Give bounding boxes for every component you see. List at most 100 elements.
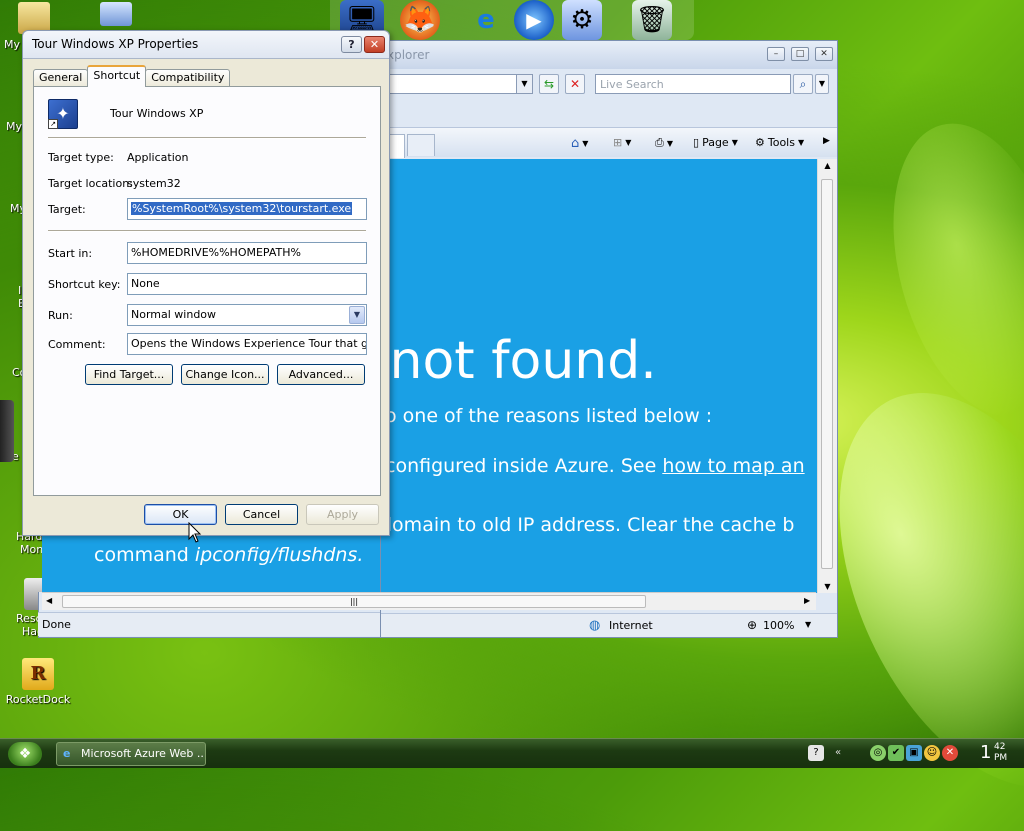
printer-icon: ⎙ <box>655 136 664 149</box>
error-line-italic: ipconfig/flushdns. <box>194 544 364 566</box>
start-in-field[interactable]: %HOMEDRIVE%%HOMEPATH% <box>127 242 367 264</box>
target-type-label: Target type: <box>48 151 114 164</box>
find-target-button[interactable]: Find Target... <box>85 364 173 385</box>
control-panel-icon[interactable]: ⚙ <box>562 0 602 40</box>
shortcut-key-label: Shortcut key: <box>48 278 121 291</box>
shortcut-arrow-icon: ↗ <box>48 119 58 129</box>
clock[interactable]: 1 42 PM <box>980 742 1007 764</box>
gear-icon: ⚙ <box>755 136 765 149</box>
help-link[interactable]: how to map an <box>662 455 804 477</box>
scroll-left-arrow[interactable]: ◀ <box>46 596 52 605</box>
messenger-tray-icon[interactable]: ☺ <box>924 745 940 761</box>
tab-shortcut[interactable]: Shortcut <box>87 65 147 87</box>
dialog-close-button[interactable]: ✕ <box>364 36 385 53</box>
print-button[interactable]: ⎙ ▼ <box>655 136 673 150</box>
browser-title: xplorer <box>387 48 430 62</box>
taskbar: ❖ e Microsoft Azure Web ... ? « ◎ ✔ ▣ ☺ … <box>0 738 1024 768</box>
security-tray-icon[interactable]: ✕ <box>942 745 958 761</box>
clock-hour: 1 <box>980 742 992 763</box>
page-icon: ▯ <box>693 136 700 149</box>
firefox-icon[interactable]: 🦊 <box>400 0 440 40</box>
tools-menu-label: Tools <box>767 136 795 149</box>
start-button[interactable]: ❖ <box>8 742 42 766</box>
error-line-text: command <box>94 544 195 566</box>
new-tab-button[interactable] <box>407 134 435 156</box>
scroll-thumb[interactable] <box>821 179 833 569</box>
scroll-right-arrow[interactable]: ▶ <box>804 596 810 605</box>
internet-explorer-icon[interactable]: e <box>466 0 506 40</box>
run-value: Normal window <box>131 308 217 321</box>
target-field[interactable]: %SystemRoot%\system32\tourstart.exe <box>127 198 367 220</box>
ok-button[interactable]: OK <box>144 504 217 525</box>
chevron-down-icon: ▼ <box>666 138 673 148</box>
update-tray-icon[interactable]: ✔ <box>888 745 904 761</box>
apply-button[interactable]: Apply <box>306 504 379 525</box>
comment-field[interactable]: Opens the Windows Experience Tour that g… <box>127 333 367 355</box>
internet-explorer-icon: e <box>63 747 71 760</box>
browser-titlebar[interactable]: xplorer – □ ✕ <box>381 41 837 69</box>
display-tray-icon[interactable]: ▣ <box>906 745 922 761</box>
desktop-label-partial: My <box>4 38 21 51</box>
vertical-scrollbar[interactable]: ▲ ▼ <box>817 159 837 593</box>
separator <box>48 137 366 139</box>
separator <box>48 230 366 232</box>
scroll-up-arrow[interactable]: ▲ <box>818 161 837 170</box>
feeds-button[interactable]: ⊞ ▼ <box>613 136 631 149</box>
properties-dialog: Tour Windows XP Properties ? ✕ General S… <box>22 30 390 536</box>
status-bar-left: Done <box>38 612 380 636</box>
target-type-value: Application <box>127 151 189 164</box>
scroll-thumb[interactable]: ||| <box>62 595 646 608</box>
command-bar: ⌂ ▼ ⊞ ▼ ⎙ ▼ ▯ Page ▼ ⚙ Tools ▼ ▶ <box>381 127 837 158</box>
clock-minutes: 42 <box>994 742 1006 752</box>
media-player-icon[interactable]: ▶ <box>514 0 554 40</box>
change-icon-button[interactable]: Change Icon... <box>181 364 269 385</box>
cancel-button[interactable]: Cancel <box>225 504 298 525</box>
more-commands-button[interactable]: ▶ <box>823 136 830 146</box>
taskbar-task-browser[interactable]: e Microsoft Azure Web ... <box>56 742 206 766</box>
minimize-button[interactable]: – <box>767 47 785 61</box>
help-button[interactable]: ? <box>341 36 362 53</box>
mouse-cursor <box>188 522 202 543</box>
address-bar-row: ▼ ⇆ ✕ Live Search ⌕ ▼ <box>381 71 837 99</box>
home-button[interactable]: ⌂ ▼ <box>571 136 588 151</box>
tab-general[interactable]: General <box>33 69 89 87</box>
error-line: configured inside Azure. See how to map … <box>385 455 805 477</box>
chevron-down-icon[interactable]: ▼ <box>516 75 532 93</box>
target-location-label: Target location: <box>48 177 133 190</box>
desktop-label-partial: Mon <box>20 543 44 556</box>
horizontal-scrollbar[interactable]: ◀ ||| ▶ <box>42 592 816 610</box>
run-select[interactable]: Normal window ▼ <box>127 304 367 326</box>
dialog-titlebar[interactable]: Tour Windows XP Properties ? ✕ <box>23 31 389 59</box>
address-field[interactable]: ▼ <box>381 74 533 94</box>
rss-icon: ⊞ <box>613 136 623 149</box>
search-button[interactable]: ⌕ <box>793 74 813 94</box>
refresh-button[interactable]: ⇆ <box>539 74 559 94</box>
home-icon: ⌂ <box>571 136 580 151</box>
desktop-icon-rocketdock[interactable]: R RocketDock <box>0 658 78 706</box>
network-tray-icon[interactable]: ◎ <box>870 745 886 761</box>
error-line: o one of the reasons listed below : <box>385 405 713 427</box>
shortcut-panel: ✦ ↗ Tour Windows XP Target type: Applica… <box>33 86 381 496</box>
maximize-button[interactable]: □ <box>791 47 809 61</box>
chevron-down-icon[interactable]: ▼ <box>349 306 365 324</box>
tray-expand-icon[interactable]: « <box>830 745 846 761</box>
tools-menu[interactable]: ⚙ Tools ▼ <box>755 136 804 149</box>
recycle-bin-icon[interactable]: 🗑 <box>632 0 672 40</box>
shortcut-key-field[interactable]: None <box>127 273 367 295</box>
start-in-label: Start in: <box>48 247 93 260</box>
tab-compatibility[interactable]: Compatibility <box>145 69 231 87</box>
scroll-down-arrow[interactable]: ▼ <box>818 582 837 591</box>
desktop-icon-computer[interactable] <box>100 2 132 29</box>
search-options-button[interactable]: ▼ <box>815 74 829 94</box>
close-button[interactable]: ✕ <box>815 47 833 61</box>
zoom-level[interactable]: 100% <box>763 619 794 632</box>
target-location-value: system32 <box>127 177 181 190</box>
advanced-button[interactable]: Advanced... <box>277 364 365 385</box>
chevron-down-icon[interactable]: ▼ <box>805 620 811 629</box>
help-tray-icon[interactable]: ? <box>808 745 824 761</box>
run-label: Run: <box>48 309 73 322</box>
page-menu[interactable]: ▯ Page ▼ <box>693 136 738 149</box>
status-text: Done <box>42 618 71 631</box>
search-input[interactable]: Live Search <box>595 74 791 94</box>
stop-button[interactable]: ✕ <box>565 74 585 94</box>
